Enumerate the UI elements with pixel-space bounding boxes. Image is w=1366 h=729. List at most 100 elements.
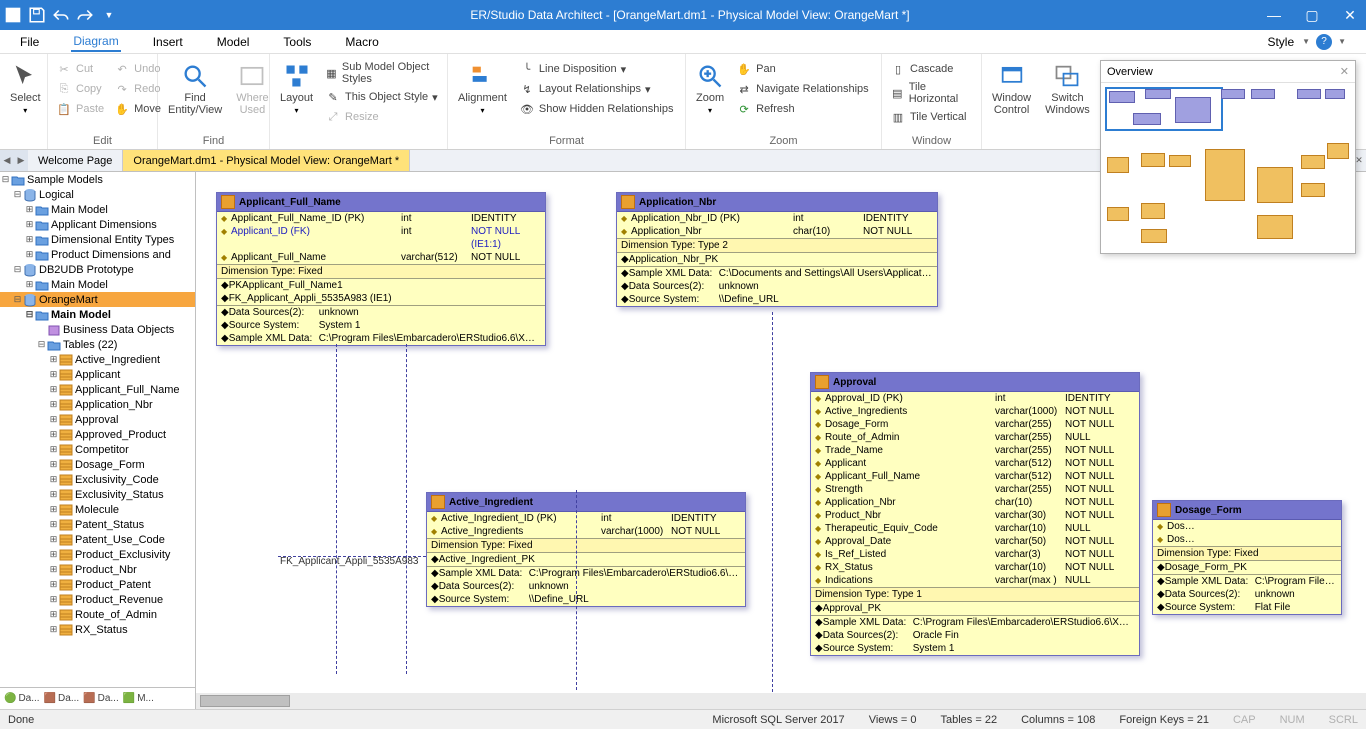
- window-title: ER/Studio Data Architect - [OrangeMart.d…: [118, 8, 1262, 22]
- side-tab-a[interactable]: 🟢Da...: [4, 693, 40, 704]
- app-icon: [4, 6, 22, 24]
- tree-item[interactable]: ⊞Main Model: [0, 277, 195, 292]
- help-icon[interactable]: ?: [1316, 34, 1332, 50]
- tree-item[interactable]: ⊞Product_Revenue: [0, 592, 195, 607]
- menu-tools[interactable]: Tools: [281, 33, 313, 51]
- tree-item[interactable]: ⊞Main Model: [0, 202, 195, 217]
- cut-button[interactable]: ✂Cut: [54, 60, 106, 78]
- tile-vertical-button[interactable]: ▥Tile Vertical: [888, 108, 975, 126]
- tree-item[interactable]: ⊞Product_Nbr: [0, 562, 195, 577]
- tree-item[interactable]: ⊞Approval: [0, 412, 195, 427]
- find-button[interactable]: Find Entity/View: [164, 60, 226, 118]
- navigate-relationships-button[interactable]: ⇄Navigate Relationships: [734, 80, 871, 98]
- menu-insert[interactable]: Insert: [151, 33, 185, 51]
- tree-item[interactable]: ⊞Patent_Status: [0, 517, 195, 532]
- menu-macro[interactable]: Macro: [343, 33, 380, 51]
- window-control-button[interactable]: Window Control: [988, 60, 1035, 118]
- model-explorer: ⊟Sample Models⊟Logical⊞Main Model⊞Applic…: [0, 172, 196, 709]
- tab-nav-right[interactable]: ▶: [14, 150, 28, 171]
- menu-style[interactable]: Style: [1265, 33, 1296, 51]
- tree-item[interactable]: ⊟DB2UDB Prototype: [0, 262, 195, 277]
- tree-item[interactable]: ⊞Active_Ingredient: [0, 352, 195, 367]
- redo-icon[interactable]: [76, 6, 94, 24]
- tree-item[interactable]: ⊞Application_Nbr: [0, 397, 195, 412]
- overview-close-icon[interactable]: ✕: [1340, 65, 1349, 78]
- tree-item[interactable]: ⊞Dosage_Form: [0, 457, 195, 472]
- maximize-button[interactable]: ▢: [1300, 3, 1324, 27]
- side-tab-d[interactable]: 🟩M...: [123, 693, 154, 704]
- submodel-styles-button[interactable]: ▦Sub Model Object Styles: [323, 60, 441, 86]
- tree-item[interactable]: ⊞Exclusivity_Code: [0, 472, 195, 487]
- tree-item[interactable]: ⊟OrangeMart: [0, 292, 195, 307]
- layout-relationships-button[interactable]: ↯Layout Relationships ▾: [517, 80, 676, 98]
- tree-item[interactable]: ⊞RX_Status: [0, 622, 195, 637]
- show-hidden-button[interactable]: 👁Show Hidden Relationships: [517, 100, 676, 118]
- undo-button[interactable]: ↶Undo: [112, 60, 163, 78]
- save-icon[interactable]: [28, 6, 46, 24]
- tree-item[interactable]: ⊞Applicant_Full_Name: [0, 382, 195, 397]
- paste-button[interactable]: 📋Paste: [54, 100, 106, 118]
- status-tables: Tables = 22: [941, 714, 998, 726]
- side-tab-b[interactable]: 🟫Da...: [44, 693, 80, 704]
- side-tab-c[interactable]: 🟫Da...: [83, 693, 119, 704]
- alignment-button[interactable]: Alignment▾: [454, 60, 511, 117]
- undo-icon[interactable]: [52, 6, 70, 24]
- entity-Dosage_Form[interactable]: Dosage_Form◆Dosage_Form_ID (PK)◆Dosage_F…: [1152, 500, 1342, 615]
- tree-item[interactable]: Business Data Objects: [0, 322, 195, 337]
- tab-welcome[interactable]: Welcome Page: [28, 150, 123, 171]
- tree-item[interactable]: ⊞Product_Exclusivity: [0, 547, 195, 562]
- tab-nav-left[interactable]: ◀: [0, 150, 14, 171]
- tree-item[interactable]: ⊟Tables (22): [0, 337, 195, 352]
- tree-item[interactable]: ⊟Main Model: [0, 307, 195, 322]
- tree-item[interactable]: ⊞Competitor: [0, 442, 195, 457]
- switch-windows-button[interactable]: Switch Windows: [1041, 60, 1094, 118]
- tree-item[interactable]: ⊞Exclusivity_Status: [0, 487, 195, 502]
- tile-horizontal-button[interactable]: ▤Tile Horizontal: [888, 80, 975, 106]
- minimize-button[interactable]: —: [1262, 3, 1286, 27]
- overview-title: Overview: [1107, 66, 1153, 78]
- tree-item[interactable]: ⊞Applicant: [0, 367, 195, 382]
- cascade-button[interactable]: ▯Cascade: [888, 60, 975, 78]
- tree[interactable]: ⊟Sample Models⊟Logical⊞Main Model⊞Applic…: [0, 172, 195, 687]
- status-columns: Columns = 108: [1021, 714, 1095, 726]
- tree-item[interactable]: ⊞Product Dimensions and: [0, 247, 195, 262]
- tree-item[interactable]: ⊞Product_Patent: [0, 577, 195, 592]
- group-window-label: Window: [888, 133, 975, 149]
- copy-button[interactable]: ⎘Copy: [54, 80, 106, 98]
- overview-map[interactable]: [1101, 83, 1355, 253]
- tree-item[interactable]: ⊞Approved_Product: [0, 427, 195, 442]
- entity-Application_Nbr[interactable]: Application_Nbr◆Application_Nbr_ID (PK)i…: [616, 192, 938, 307]
- tree-item[interactable]: ⊟Logical: [0, 187, 195, 202]
- object-style-button[interactable]: ✎This Object Style ▾: [323, 88, 441, 106]
- status-num: NUM: [1280, 714, 1305, 726]
- tree-item[interactable]: ⊞Route_of_Admin: [0, 607, 195, 622]
- entity-Active_Ingredient[interactable]: Active_Ingredient◆Active_Ingredient_ID (…: [426, 492, 746, 607]
- select-button[interactable]: Select▾: [6, 60, 45, 117]
- zoom-button[interactable]: Zoom▾: [692, 60, 728, 117]
- tree-item[interactable]: ⊞Patent_Use_Code: [0, 532, 195, 547]
- menu-file[interactable]: File: [18, 33, 41, 51]
- horizontal-scrollbar[interactable]: [196, 693, 1366, 709]
- menu-diagram[interactable]: Diagram: [71, 32, 120, 52]
- tree-item[interactable]: ⊞Molecule: [0, 502, 195, 517]
- qat-dropdown-icon[interactable]: ▼: [100, 6, 118, 24]
- move-button[interactable]: ✋Move: [112, 100, 163, 118]
- tree-item[interactable]: ⊟Sample Models: [0, 172, 195, 187]
- pan-button[interactable]: ✋Pan: [734, 60, 871, 78]
- tree-item[interactable]: ⊞Applicant Dimensions: [0, 217, 195, 232]
- line-disposition-button[interactable]: ╰Line Disposition ▾: [517, 60, 676, 78]
- menu-model[interactable]: Model: [215, 33, 252, 51]
- title-bar: ▼ ER/Studio Data Architect - [OrangeMart…: [0, 0, 1366, 30]
- where-used-button[interactable]: Where Used: [232, 60, 272, 118]
- close-button[interactable]: ✕: [1338, 3, 1362, 27]
- entity-Applicant_Full_Name[interactable]: Applicant_Full_Name◆Applicant_Full_Name_…: [216, 192, 546, 346]
- overview-panel: Overview ✕: [1100, 60, 1356, 254]
- relationship-label: FK_Applicant_Appli_5535A983: [280, 556, 418, 567]
- tab-model[interactable]: OrangeMart.dm1 - Physical Model View: Or…: [123, 150, 410, 171]
- tree-item[interactable]: ⊞Dimensional Entity Types: [0, 232, 195, 247]
- resize-button[interactable]: ⤢Resize: [323, 108, 441, 126]
- redo-button[interactable]: ↷Redo: [112, 80, 163, 98]
- entity-Approval[interactable]: Approval◆Approval_ID (PK)intIDENTITY◆Act…: [810, 372, 1140, 656]
- refresh-button[interactable]: ⟳Refresh: [734, 100, 871, 118]
- layout-button[interactable]: Layout▾: [276, 60, 317, 117]
